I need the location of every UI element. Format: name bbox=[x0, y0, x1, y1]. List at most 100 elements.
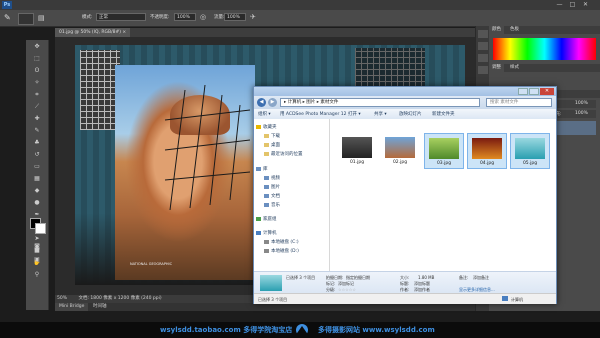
organize-menu[interactable]: 组织 ▾ bbox=[258, 111, 271, 117]
eraser-tool-icon[interactable]: ▭ bbox=[28, 161, 46, 172]
file-item[interactable]: 05.jpg bbox=[510, 133, 550, 169]
nav-item-7[interactable]: 文档 bbox=[264, 192, 280, 201]
zoom-level[interactable]: 50% bbox=[57, 296, 67, 301]
paragraph-panel-icon[interactable] bbox=[478, 66, 488, 74]
nav-item-label: 本地磁盘 (D:) bbox=[271, 249, 299, 254]
nav-item-1[interactable]: 下载 bbox=[264, 132, 280, 141]
airbrush-icon[interactable]: ✈ bbox=[250, 13, 259, 22]
quick-mask-icon[interactable]: ◙ bbox=[28, 241, 46, 252]
slideshow-button[interactable]: 放映幻灯片 bbox=[399, 111, 422, 117]
tab-swatches[interactable]: 色板 bbox=[507, 26, 522, 34]
folder-icon bbox=[264, 151, 269, 156]
nav-item-11[interactable]: 本地磁盘 (C:) bbox=[264, 238, 299, 247]
tab-styles[interactable]: 样式 bbox=[507, 64, 522, 72]
history-brush-tool-icon[interactable]: ↺ bbox=[28, 149, 46, 160]
comment-value[interactable]: 添加备注 bbox=[473, 275, 489, 281]
lib-icon bbox=[264, 193, 269, 198]
nav-item-9[interactable]: 家庭组 bbox=[256, 215, 277, 224]
adjustments-panel-tabs: 调整 样式 bbox=[489, 64, 600, 72]
drive-icon bbox=[264, 239, 269, 244]
rating-stars[interactable]: ☆☆☆☆☆ bbox=[338, 287, 356, 292]
layer-opacity-value[interactable]: 100% bbox=[575, 101, 588, 106]
healing-tool-icon[interactable]: ✚ bbox=[28, 113, 46, 124]
file-item[interactable]: 01.jpg bbox=[338, 133, 376, 167]
flow-input[interactable]: 100% bbox=[224, 13, 246, 21]
nav-item-3[interactable]: 最近访问的位置 bbox=[264, 150, 303, 159]
explorer-maximize-button[interactable] bbox=[529, 88, 539, 95]
gradient-tool-icon[interactable]: ▦ bbox=[28, 173, 46, 184]
nav-item-2[interactable]: 桌面 bbox=[264, 141, 280, 150]
file-item[interactable]: 03.jpg bbox=[424, 133, 464, 169]
nav-item-4[interactable]: 库 bbox=[256, 165, 268, 174]
lasso-tool-icon[interactable]: ʘ bbox=[28, 65, 46, 76]
stamp-tool-icon[interactable]: ♣ bbox=[28, 137, 46, 148]
maximize-button[interactable]: □ bbox=[567, 1, 578, 9]
lib-icon bbox=[264, 175, 269, 180]
fill-value[interactable]: 100% bbox=[575, 111, 588, 116]
selection-thumbnail bbox=[260, 275, 282, 291]
back-arrow-icon[interactable]: ◀ bbox=[257, 98, 266, 107]
nav-item-12[interactable]: 本地磁盘 (D:) bbox=[264, 247, 299, 256]
dodge-tool-icon[interactable]: ● bbox=[28, 197, 46, 208]
brush-tool-icon[interactable]: ✎ bbox=[28, 125, 46, 136]
photoshop-logo-icon: Ps bbox=[2, 1, 12, 9]
comment-label: 备注: bbox=[459, 275, 469, 280]
opacity-input[interactable]: 100% bbox=[174, 13, 196, 21]
tab-color[interactable]: 颜色 bbox=[489, 26, 504, 34]
minimize-button[interactable]: — bbox=[554, 1, 565, 9]
blur-tool-icon[interactable]: ◆ bbox=[28, 185, 46, 196]
history-panel-icon[interactable] bbox=[478, 30, 488, 38]
tab-timeline[interactable]: 时间轴 bbox=[89, 303, 111, 311]
opacity-label: 不透明度: bbox=[150, 15, 170, 20]
eyedropper-tool-icon[interactable]: ⟋ bbox=[28, 101, 46, 112]
zoom-tool-icon[interactable]: ⚲ bbox=[28, 269, 46, 280]
character-panel-icon[interactable] bbox=[478, 54, 488, 62]
quick-select-tool-icon[interactable]: ✧ bbox=[28, 77, 46, 88]
new-folder-button[interactable]: 新建文件夹 bbox=[432, 111, 455, 117]
file-thumbnail bbox=[385, 137, 415, 158]
folder-icon bbox=[264, 133, 269, 138]
background-color-swatch[interactable] bbox=[35, 223, 46, 234]
close-button[interactable]: ✕ bbox=[580, 1, 591, 9]
brush-tool-icon[interactable]: ✎ bbox=[4, 13, 14, 23]
file-item[interactable]: 04.jpg bbox=[467, 133, 507, 169]
properties-panel-icon[interactable] bbox=[478, 42, 488, 50]
forward-arrow-icon[interactable]: ▶ bbox=[268, 98, 277, 107]
nav-item-0[interactable]: 收藏夹 bbox=[256, 123, 277, 132]
details-pane: 已选择 3 个项目 拍摄日期: 指定拍摄日期 标记: 添加标记 分级: ☆☆☆☆… bbox=[254, 271, 556, 294]
explorer-close-icon[interactable]: ✕ bbox=[540, 88, 554, 95]
move-tool-icon[interactable]: ✥ bbox=[28, 41, 46, 52]
brush-preset-picker[interactable] bbox=[18, 13, 34, 25]
file-list: 01.jpg 02.jpg 03.jpg 04.jpg 05.jpg bbox=[330, 119, 556, 271]
screen-mode-icon[interactable]: ▣ bbox=[28, 254, 46, 265]
nav-item-6[interactable]: 图片 bbox=[264, 183, 280, 192]
tab-adjustments[interactable]: 调整 bbox=[489, 64, 504, 72]
nav-item-10[interactable]: 计算机 bbox=[256, 229, 277, 238]
banner-left-text: wsylsdd.taobao.com 多得学院淘宝店 bbox=[160, 326, 293, 334]
tab-mini-bridge[interactable]: Mini Bridge bbox=[55, 303, 89, 311]
watermark-banner: wsylsdd.taobao.com 多得学院淘宝店 多得摄影网站 www.ws… bbox=[0, 322, 600, 338]
open-with-acdsee-button[interactable]: 用 ACDSee Photo Manager 12 打开 ▾ bbox=[280, 111, 361, 117]
nav-item-8[interactable]: 音乐 bbox=[264, 201, 280, 210]
folder-icon bbox=[264, 142, 269, 147]
document-tab[interactable]: 01.jpg @ 50% (IQ, RGB/8#) × bbox=[55, 28, 131, 37]
photo-credit: NATIONAL GEOGRAPHIC bbox=[130, 262, 173, 266]
marquee-tool-icon[interactable]: ⬚ bbox=[28, 53, 46, 64]
nav-item-label: 最近访问的位置 bbox=[271, 152, 303, 157]
crop-tool-icon[interactable]: ⌗ bbox=[28, 89, 46, 100]
nav-item-label: 本地磁盘 (C:) bbox=[271, 240, 299, 245]
color-spectrum[interactable] bbox=[493, 38, 596, 60]
status-selection-text: 已选择 3 个项目 bbox=[258, 297, 288, 302]
address-bar[interactable]: ▸ 计算机 ▸ 图片 ▸ 素材文件 bbox=[280, 98, 480, 107]
pressure-opacity-icon[interactable]: ◎ bbox=[200, 13, 209, 22]
file-item[interactable]: 02.jpg bbox=[381, 133, 419, 167]
explorer-statusbar: 已选择 3 个项目 计算机 bbox=[254, 293, 556, 304]
mode-select[interactable]: 正常 bbox=[96, 13, 146, 21]
nav-item-label: 下载 bbox=[271, 134, 280, 139]
brush-panel-icon[interactable]: ▤ bbox=[38, 13, 48, 23]
explorer-minimize-button[interactable] bbox=[518, 88, 528, 95]
share-menu[interactable]: 共享 ▾ bbox=[374, 111, 387, 117]
nav-item-5[interactable]: 视频 bbox=[264, 174, 280, 183]
search-input[interactable]: 搜索 素材文件 bbox=[486, 98, 552, 107]
explorer-titlebar[interactable]: ✕ bbox=[254, 87, 556, 96]
